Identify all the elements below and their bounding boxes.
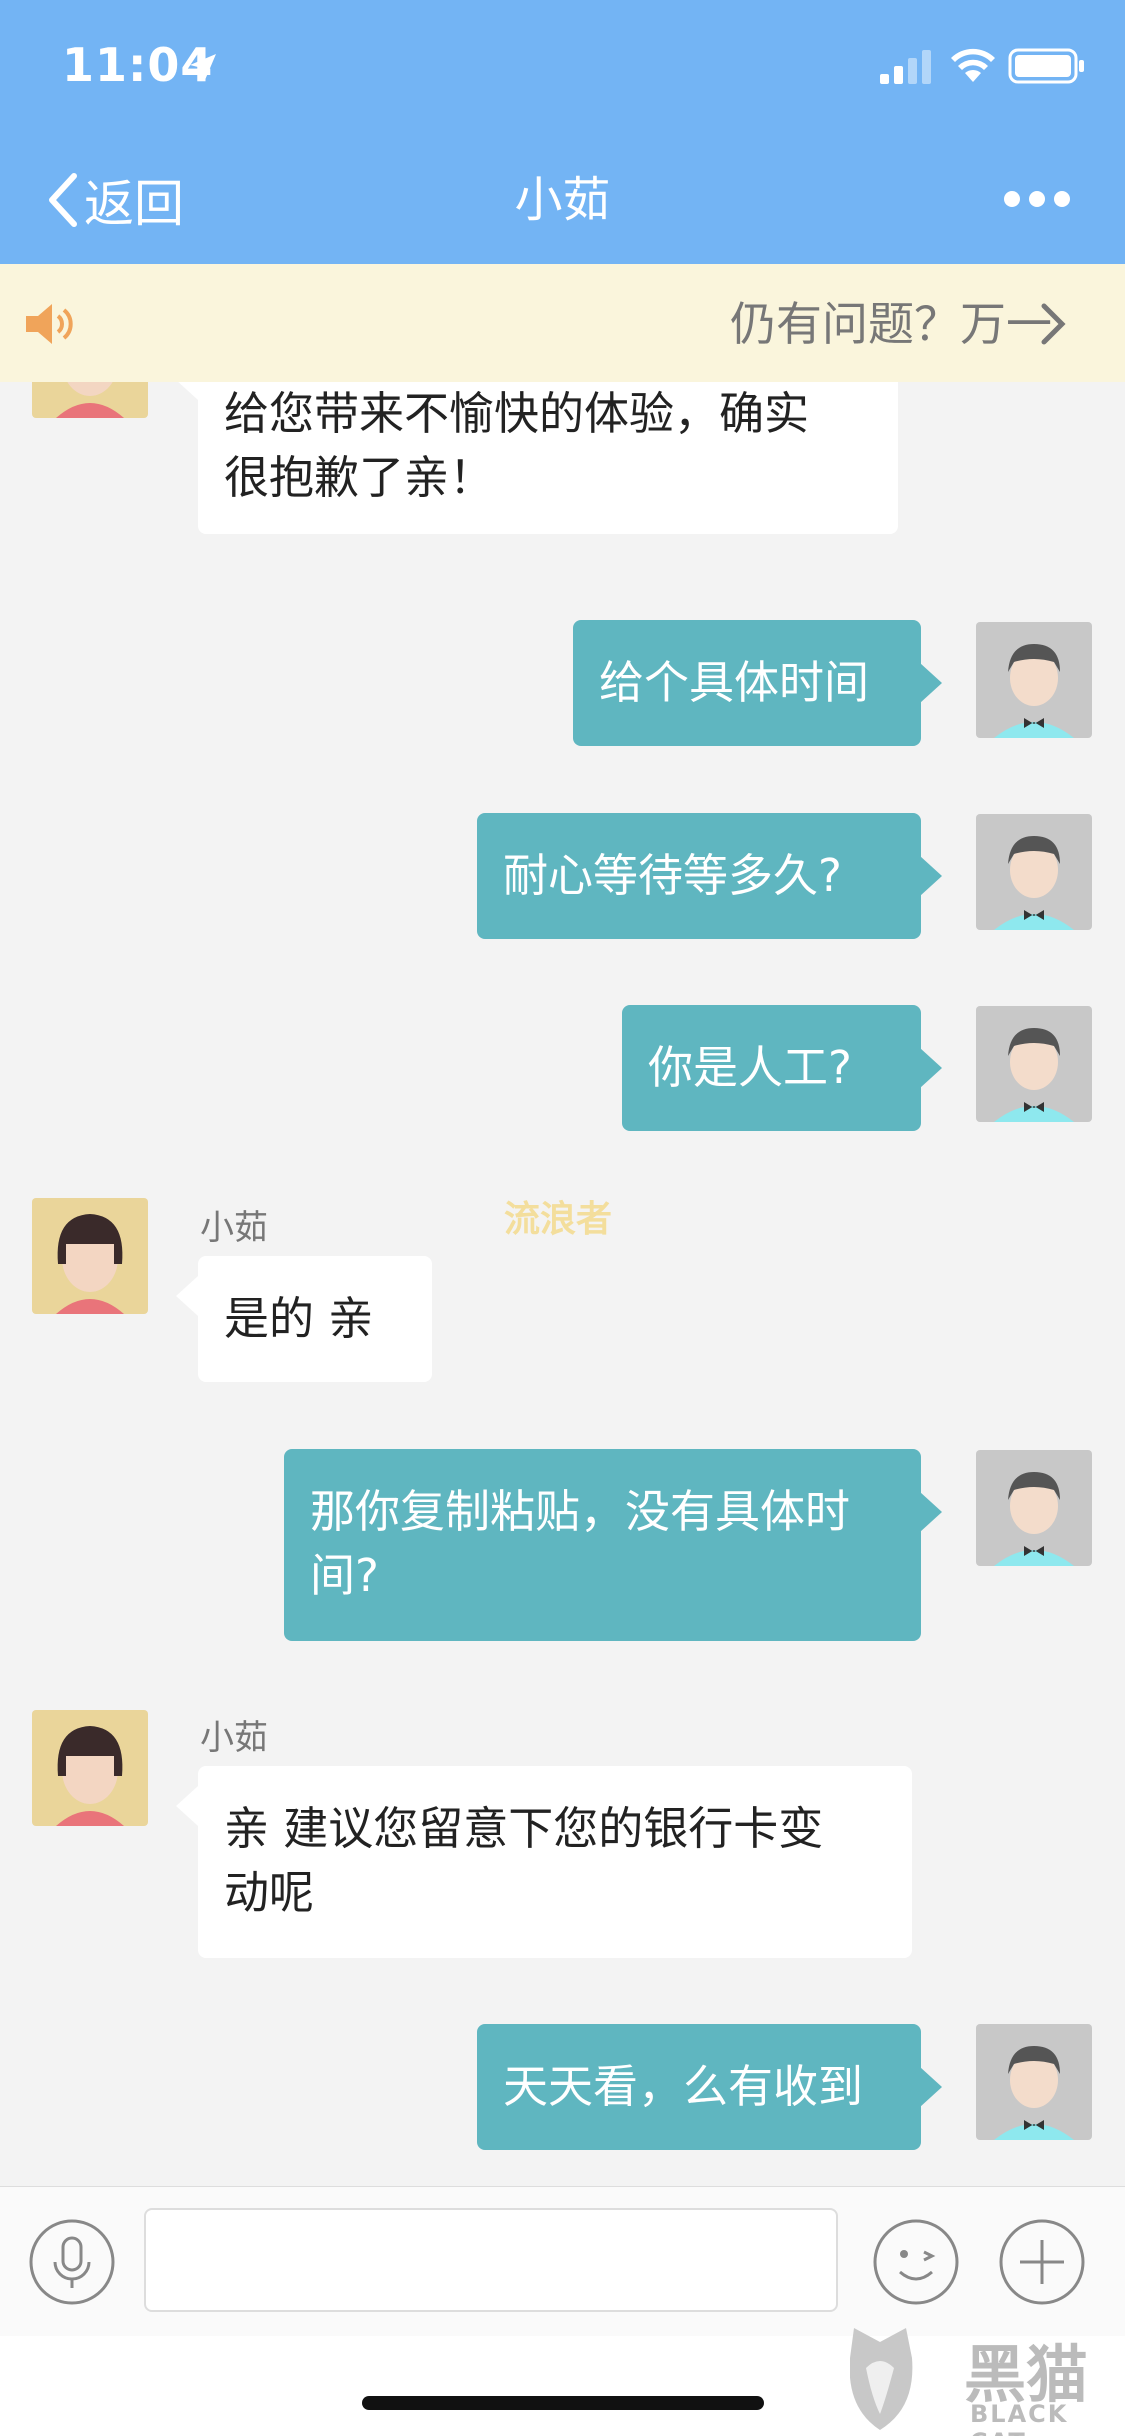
bubble-tail: [920, 1492, 942, 1532]
message-line: 耐心等待等多久?: [503, 849, 842, 902]
user-avatar[interactable]: [976, 2024, 1092, 2140]
bubble-tail: [920, 1048, 942, 1088]
message-line: 给个具体时间: [599, 656, 870, 709]
home-indicator[interactable]: [362, 2396, 764, 2410]
wifi-icon: [951, 48, 995, 82]
message-line: 间?: [310, 1549, 379, 1602]
bubble-tail: [920, 2067, 942, 2107]
message-line: 动呢: [224, 1866, 315, 1919]
notice-text: 仍有问题？万一: [730, 297, 1052, 351]
message-line: 是的 亲: [224, 1292, 374, 1345]
emoji-icon[interactable]: [872, 2218, 960, 2306]
message-bubble[interactable]: 给您带来不愉快的体验，确实 很抱歉了亲！: [198, 382, 898, 534]
message-bubble[interactable]: 耐心等待等多久?: [477, 813, 921, 939]
page-title: 小茹: [514, 172, 611, 228]
sender-name: 小茹: [200, 1718, 268, 1758]
sender-name: 小茹: [200, 1208, 268, 1248]
microphone-icon[interactable]: [28, 2218, 116, 2306]
agent-avatar[interactable]: [32, 1710, 148, 1826]
watermark-text: 流浪者: [504, 1199, 613, 1240]
message-line: 亲 建议您留意下您的银行卡变: [224, 1802, 824, 1855]
bubble-tail: [920, 856, 942, 896]
user-avatar[interactable]: [976, 1450, 1092, 1566]
header: 11:04 返回 小茹: [0, 0, 1125, 264]
user-avatar[interactable]: [976, 1006, 1092, 1122]
message-bubble[interactable]: 天天看，么有收到: [477, 2024, 921, 2150]
message-line: 给您带来不愉快的体验，确实: [224, 387, 810, 440]
message-line: 那你复制粘贴，没有具体时: [310, 1485, 851, 1538]
user-avatar[interactable]: [976, 814, 1092, 930]
speaker-icon: [26, 304, 73, 344]
user-avatar[interactable]: [976, 622, 1092, 738]
bubble-tail: [920, 663, 942, 703]
bubble-tail: [176, 1276, 198, 1316]
message-bubble[interactable]: 给个具体时间: [573, 620, 921, 746]
message-bubble[interactable]: 亲 建议您留意下您的银行卡变 动呢: [198, 1766, 912, 1958]
message-line: 天天看，么有收到: [503, 2060, 864, 2113]
bubble-tail: [176, 382, 198, 400]
location-arrow-icon: [190, 54, 216, 80]
message-bubble[interactable]: 你是人工?: [622, 1005, 921, 1131]
chat-area[interactable]: 给您带来不愉快的体验，确实 很抱歉了亲！ 给个具体时间 耐心等待等多久? 你是人…: [0, 382, 1125, 2186]
message-line: 很抱歉了亲！: [224, 451, 495, 504]
more-icon[interactable]: [1002, 186, 1072, 212]
signal-icon: [880, 50, 931, 84]
message-bubble[interactable]: 那你复制粘贴，没有具体时 间?: [284, 1449, 921, 1641]
plus-icon[interactable]: [998, 2218, 1086, 2306]
agent-avatar[interactable]: [32, 1198, 148, 1314]
message-bubble[interactable]: 是的 亲: [198, 1256, 432, 1382]
bubble-tail: [176, 1786, 198, 1826]
message-line: 你是人工?: [648, 1041, 852, 1094]
agent-avatar[interactable]: [32, 382, 148, 418]
battery-icon: [1008, 48, 1084, 84]
chevron-right-icon[interactable]: [1040, 302, 1066, 346]
message-input[interactable]: [144, 2208, 838, 2312]
logo-subtext: BLACK CAT: [970, 2400, 1069, 2436]
